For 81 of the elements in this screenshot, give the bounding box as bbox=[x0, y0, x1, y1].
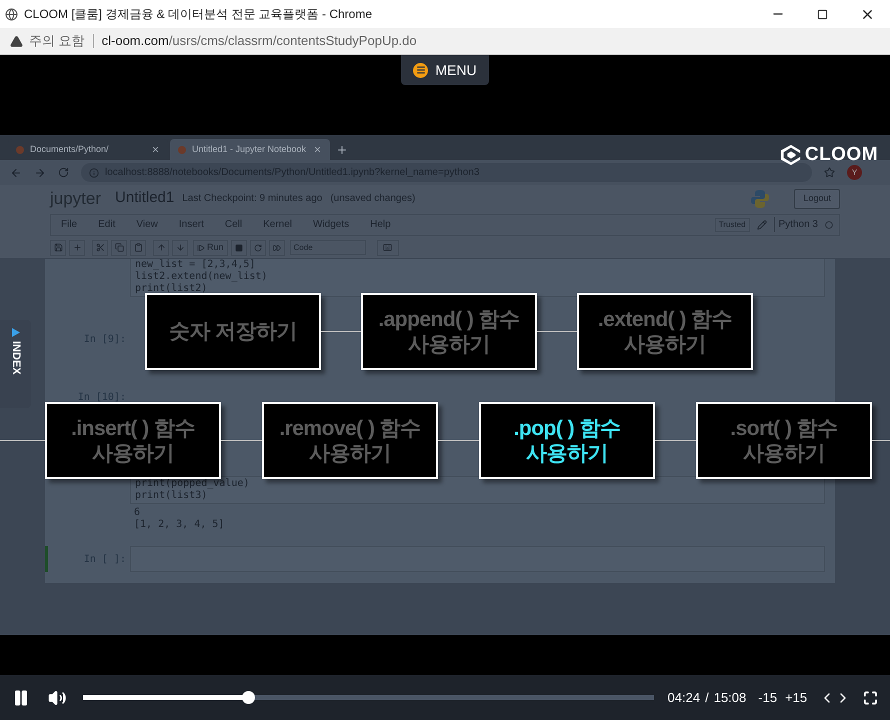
toolbar-button[interactable] bbox=[130, 240, 146, 256]
step-label: 숫자 저장하기 bbox=[168, 319, 298, 344]
code-line: new_list = [2,3,4,5] bbox=[135, 259, 256, 271]
fast-forward-button[interactable] bbox=[268, 240, 285, 256]
step-label: .extend( ) 함수 bbox=[598, 306, 732, 332]
skip-button[interactable]: +15 bbox=[785, 688, 808, 708]
time-separator: / bbox=[705, 688, 709, 707]
keyboard-icon bbox=[383, 243, 392, 252]
step-label: 사용하기 bbox=[526, 440, 608, 466]
info-icon[interactable] bbox=[89, 168, 99, 178]
index-tab[interactable]: INDEX bbox=[0, 320, 31, 408]
current-time: 04:24 bbox=[668, 688, 700, 707]
bookmark-icon[interactable] bbox=[824, 167, 835, 178]
favicon-icon bbox=[16, 146, 24, 154]
copy-icon bbox=[114, 243, 124, 252]
rewind-button[interactable]: -15 bbox=[758, 688, 778, 708]
forward-icon[interactable] bbox=[34, 166, 46, 178]
scissors-icon bbox=[96, 243, 104, 252]
keyboard-button[interactable] bbox=[376, 240, 399, 256]
code-cell[interactable]: new_list = [2,3,4,5] list2.extend(new_list) print(list2) bbox=[130, 259, 825, 297]
toolbar-button[interactable] bbox=[111, 240, 127, 256]
fast-forward-icon bbox=[272, 244, 281, 252]
maximize-icon[interactable] bbox=[817, 8, 828, 20]
favicon-icon bbox=[178, 146, 186, 154]
save-icon bbox=[54, 243, 62, 252]
fullscreen-icon[interactable] bbox=[863, 690, 878, 706]
python-logo-icon bbox=[750, 188, 770, 208]
code-line: print(list2) bbox=[135, 283, 208, 295]
toolbar-button[interactable] bbox=[69, 240, 85, 256]
toolbar-button[interactable] bbox=[153, 240, 169, 256]
code-line: print(popped_value) bbox=[135, 478, 250, 490]
menu-button[interactable]: MENU bbox=[401, 55, 489, 85]
plus-icon bbox=[72, 243, 82, 252]
total-time: 15:08 bbox=[714, 688, 746, 707]
logo-text: CLOOM bbox=[804, 144, 878, 166]
step-label: 사용하기 bbox=[408, 332, 490, 356]
step-label: 사용하기 bbox=[624, 332, 706, 356]
restart-icon bbox=[254, 244, 262, 252]
close-tab-icon[interactable] bbox=[151, 145, 160, 154]
code-line: print(list3) bbox=[135, 490, 208, 502]
step-label: .remove( ) 함수 bbox=[279, 416, 421, 440]
toolbar-button[interactable] bbox=[172, 240, 188, 256]
window-title: CLOOM [클룸] 경제금융 & 데이터분석 전문 교육플랫폼 - Chrome bbox=[24, 6, 374, 23]
edit-icon bbox=[756, 220, 767, 230]
warning-icon bbox=[10, 34, 23, 48]
step-label: .pop( ) 함수 bbox=[514, 416, 620, 440]
stop-icon bbox=[234, 244, 243, 252]
code-cell[interactable]: print(popped_value) print(list3) bbox=[130, 476, 825, 504]
browser-tab[interactable]: Untitled1 - Jupyter Notebook bbox=[170, 139, 330, 160]
progress-thumb[interactable] bbox=[242, 691, 256, 704]
cell-output: 6 bbox=[134, 507, 142, 519]
toolbar-button[interactable] bbox=[92, 240, 108, 256]
step-label: .sort( ) 함수 bbox=[730, 416, 838, 440]
clipboard-icon bbox=[134, 243, 142, 252]
toolbar-button[interactable] bbox=[50, 240, 66, 256]
kernel-status-icon bbox=[825, 220, 833, 228]
arrow-up-icon bbox=[156, 243, 166, 252]
index-label: INDEX bbox=[8, 341, 23, 375]
step-label: 사용하기 bbox=[743, 440, 825, 466]
logout-button[interactable]: Logout bbox=[794, 188, 840, 208]
pause-icon[interactable] bbox=[12, 688, 30, 706]
triangle-icon bbox=[12, 328, 20, 337]
logo-icon bbox=[780, 144, 802, 166]
back-icon[interactable] bbox=[10, 166, 22, 178]
stop-button[interactable] bbox=[230, 240, 247, 256]
step-label: 사용하기 bbox=[309, 440, 391, 466]
step-icon bbox=[197, 244, 205, 252]
code-line: list2.extend(new_list) bbox=[135, 271, 268, 283]
url-text[interactable]: cl-oom.com/usrs/cms/classrm/contentsStudyPopUp.do bbox=[102, 31, 417, 51]
arrow-down-icon bbox=[176, 243, 184, 252]
profile-avatar[interactable]: Y bbox=[847, 165, 862, 180]
reload-icon[interactable] bbox=[58, 167, 69, 178]
restart-button[interactable] bbox=[250, 240, 266, 256]
close-tab-icon[interactable] bbox=[313, 145, 322, 154]
new-tab-icon[interactable] bbox=[336, 144, 348, 156]
security-warning: 주의 요함 bbox=[29, 32, 85, 50]
step-label: 사용하기 bbox=[92, 440, 174, 466]
step-label: .insert( ) 함수 bbox=[71, 416, 195, 440]
step-label: .append( ) 함수 bbox=[378, 306, 520, 332]
globe-icon bbox=[5, 8, 18, 20]
cell-output: [1, 2, 3, 4, 5] bbox=[134, 519, 226, 531]
